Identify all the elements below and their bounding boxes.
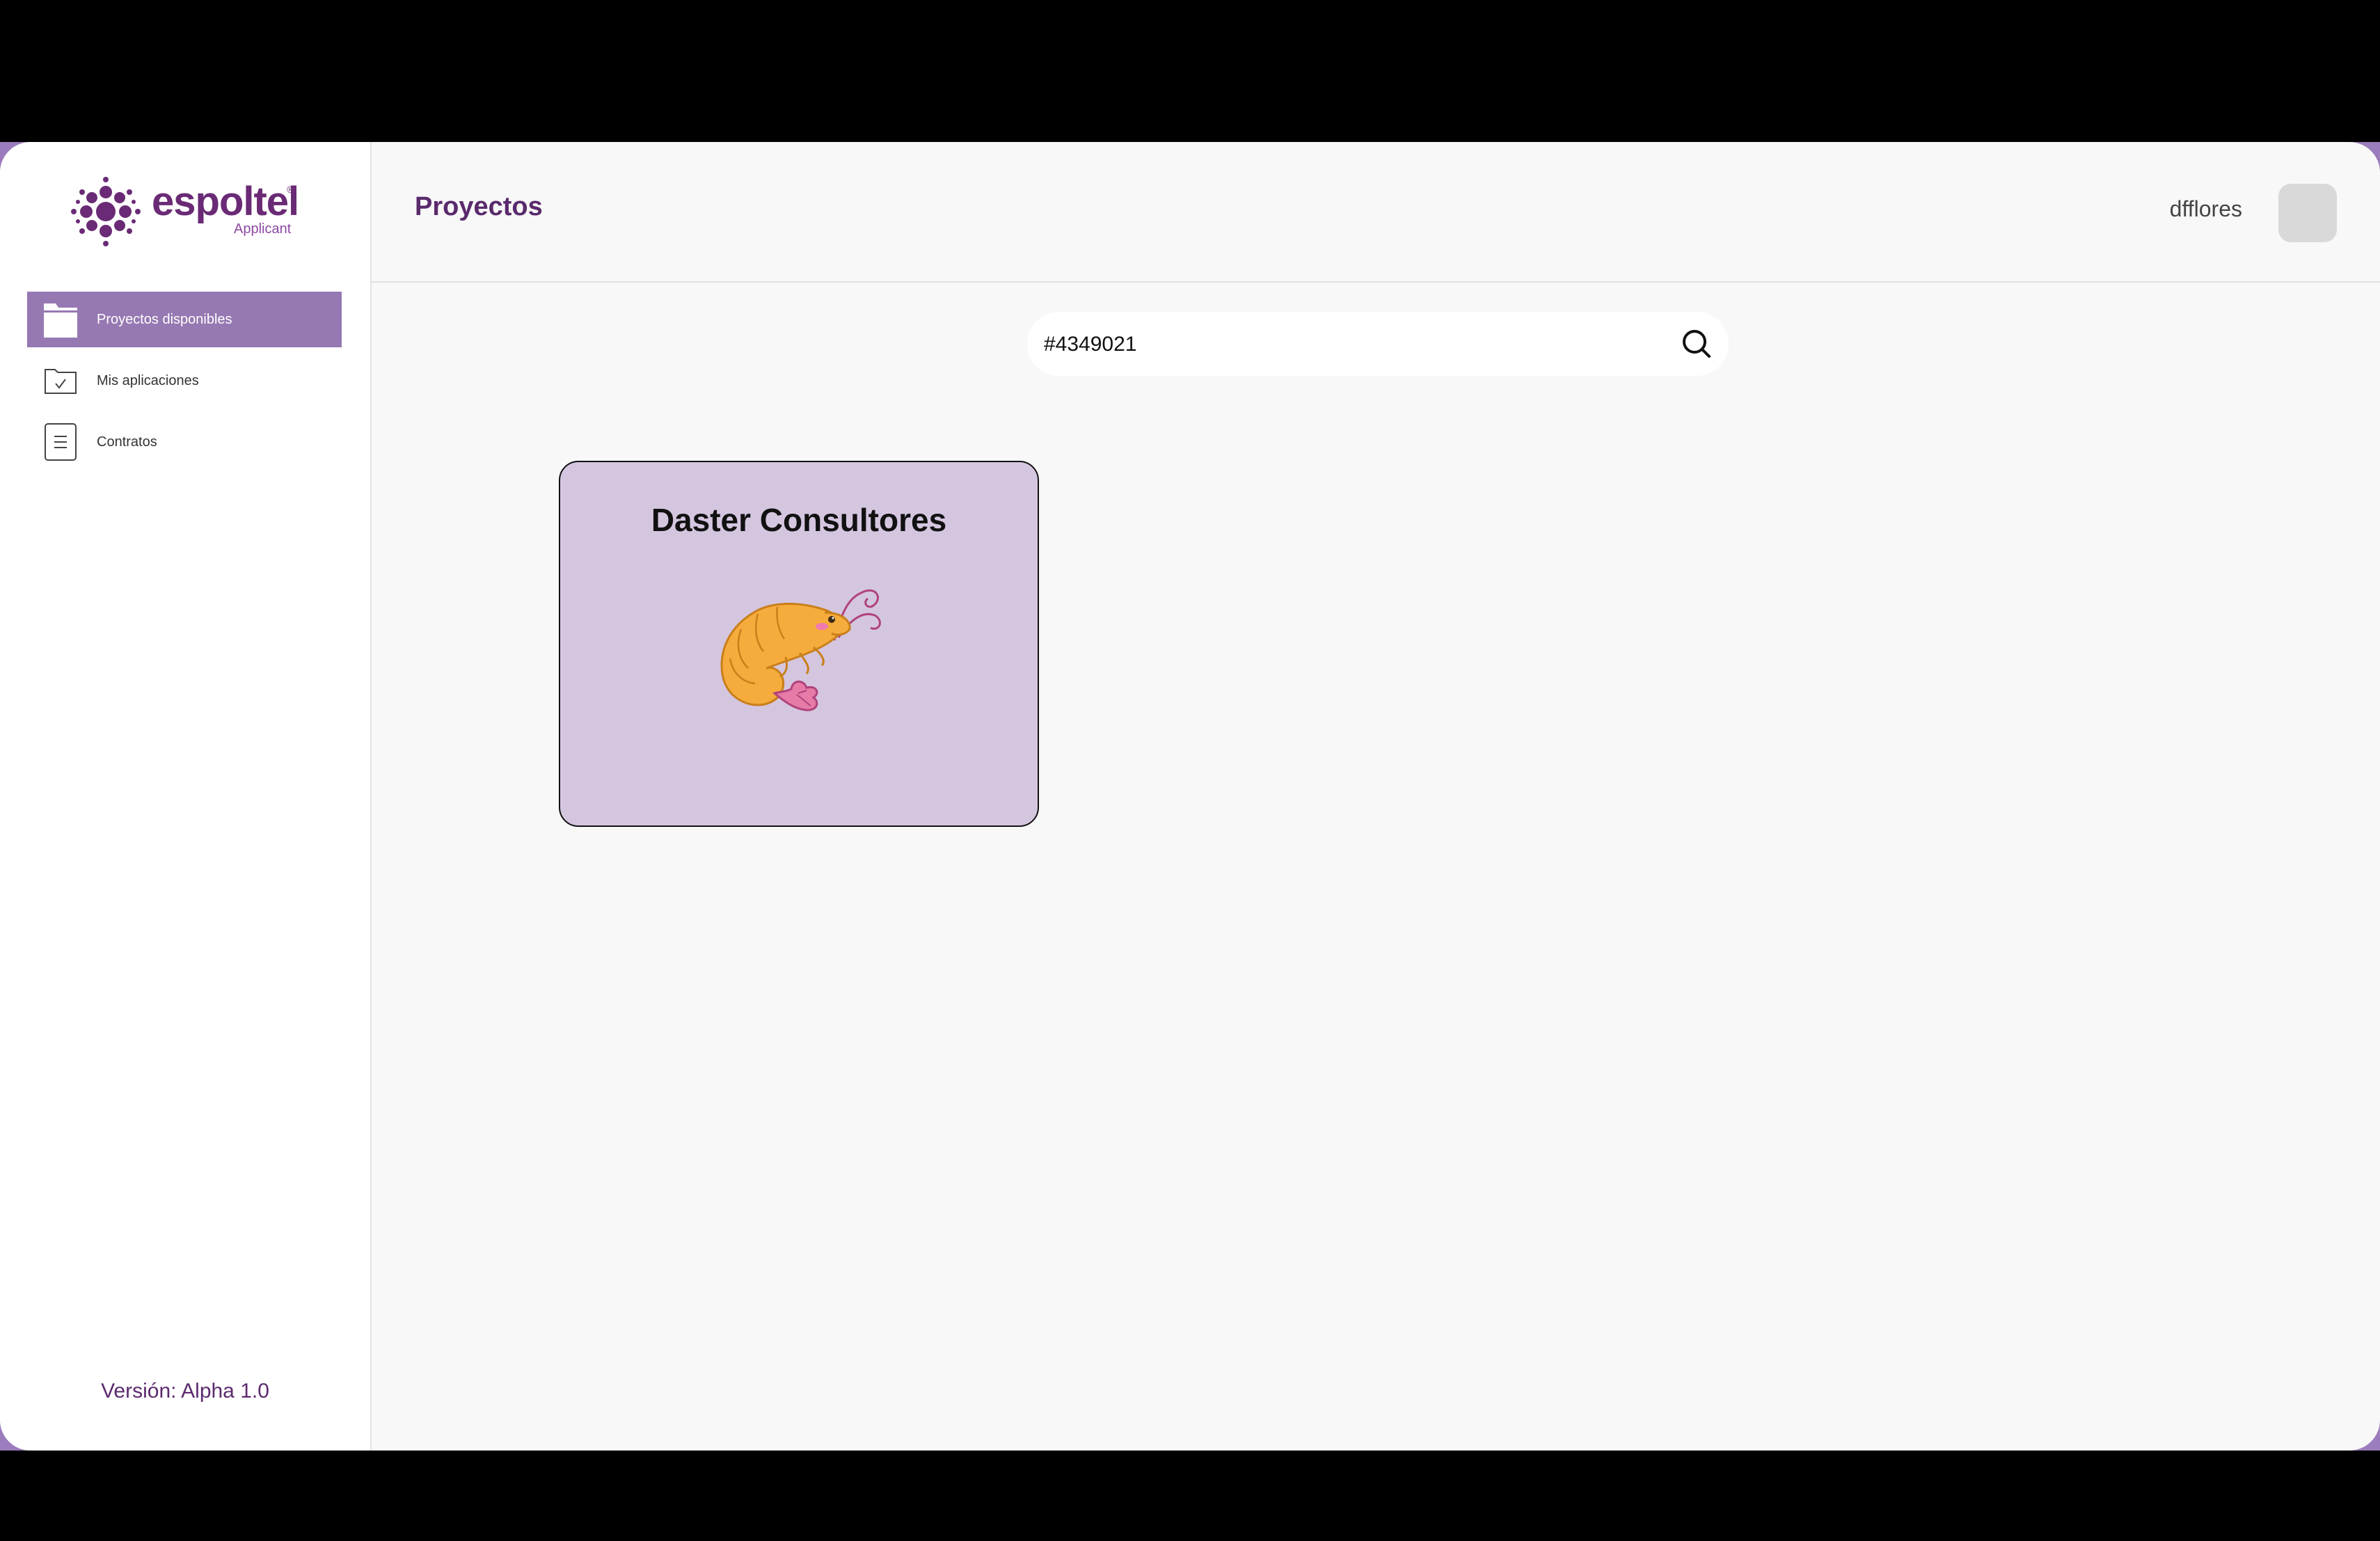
project-card-title: Daster Consultores <box>651 502 947 538</box>
sidebar-item-proyectos-disponibles[interactable]: Proyectos disponibles <box>27 292 342 347</box>
sidebar-item-label: Proyectos disponibles <box>97 311 232 327</box>
username[interactable]: dfflores <box>2170 196 2242 222</box>
app-window: espoltel ® Applicant Proyectos disponibl… <box>0 142 2380 1451</box>
sidebar-item-label: Mis aplicaciones <box>97 372 199 388</box>
search-bar <box>1027 312 1729 377</box>
avatar[interactable] <box>2278 184 2337 242</box>
brand-name: espoltel <box>152 179 299 224</box>
sidebar-nav: Proyectos disponibles Mis aplicaciones C… <box>27 292 342 475</box>
version-label: Versión: Alpha 1.0 <box>101 1380 269 1402</box>
page-title: Proyectos <box>415 192 543 221</box>
sidebar-item-label: Contratos <box>97 434 157 450</box>
sidebar: espoltel ® Applicant Proyectos disponibl… <box>0 142 372 1451</box>
shrimp-illustration <box>720 589 881 711</box>
brand-registered-mark: ® <box>287 184 294 195</box>
sidebar-item-contratos[interactable]: Contratos <box>27 414 342 470</box>
logo-mark-icon <box>71 177 141 246</box>
folder-check-icon <box>42 361 79 400</box>
topbar: Proyectos dfflores <box>372 142 2380 283</box>
search-input[interactable] <box>1042 312 1672 377</box>
brand-subtitle: Applicant <box>234 221 292 237</box>
document-icon <box>42 422 79 461</box>
folder-icon <box>42 300 79 339</box>
project-card[interactable]: Daster Consultores <box>559 461 1039 827</box>
search-icon[interactable] <box>1679 326 1715 362</box>
sidebar-item-mis-aplicaciones[interactable]: Mis aplicaciones <box>27 353 342 409</box>
brand-logo[interactable]: espoltel ® Applicant <box>70 175 306 248</box>
